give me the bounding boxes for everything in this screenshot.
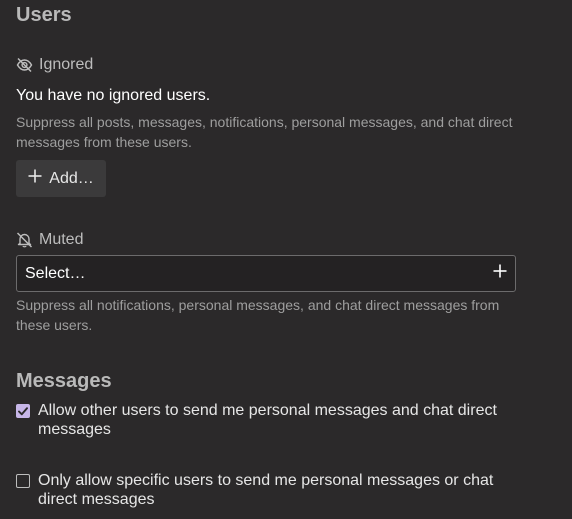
ignored-label-row: Ignored [16,55,93,75]
bell-slash-icon [16,232,33,248]
allow-pm-checkbox[interactable] [16,404,30,418]
user-preferences-page: Users Ignored You have no ignored users.… [0,0,572,519]
ignored-empty-text: You have no ignored users. [16,87,211,104]
allow-pm-option[interactable]: Allow other users to send me personal me… [16,401,516,439]
plus-icon [493,264,507,283]
allow-pm-label: Allow other users to send me personal me… [38,402,497,438]
ignored-description: Suppress all posts, messages, notificati… [16,114,513,150]
messages-section-title: Messages [16,370,112,392]
muted-label: Muted [39,231,84,248]
ignored-label: Ignored [39,56,94,73]
muted-label-row: Muted [16,230,83,250]
muted-select-placeholder: Select… [25,264,86,282]
only-specific-users-label: Only allow specific users to send me per… [38,472,494,508]
check-icon [18,406,28,415]
eye-slash-icon [16,57,33,73]
users-section-title: Users [16,4,72,26]
only-specific-users-option[interactable]: Only allow specific users to send me per… [16,471,516,509]
only-specific-users-checkbox[interactable] [16,474,30,488]
plus-icon [28,169,42,188]
muted-description: Suppress all notifications, personal mes… [16,297,500,333]
add-ignored-user-button[interactable]: Add… [16,160,106,197]
add-button-label: Add… [49,169,94,187]
muted-users-select[interactable]: Select… [16,255,516,292]
